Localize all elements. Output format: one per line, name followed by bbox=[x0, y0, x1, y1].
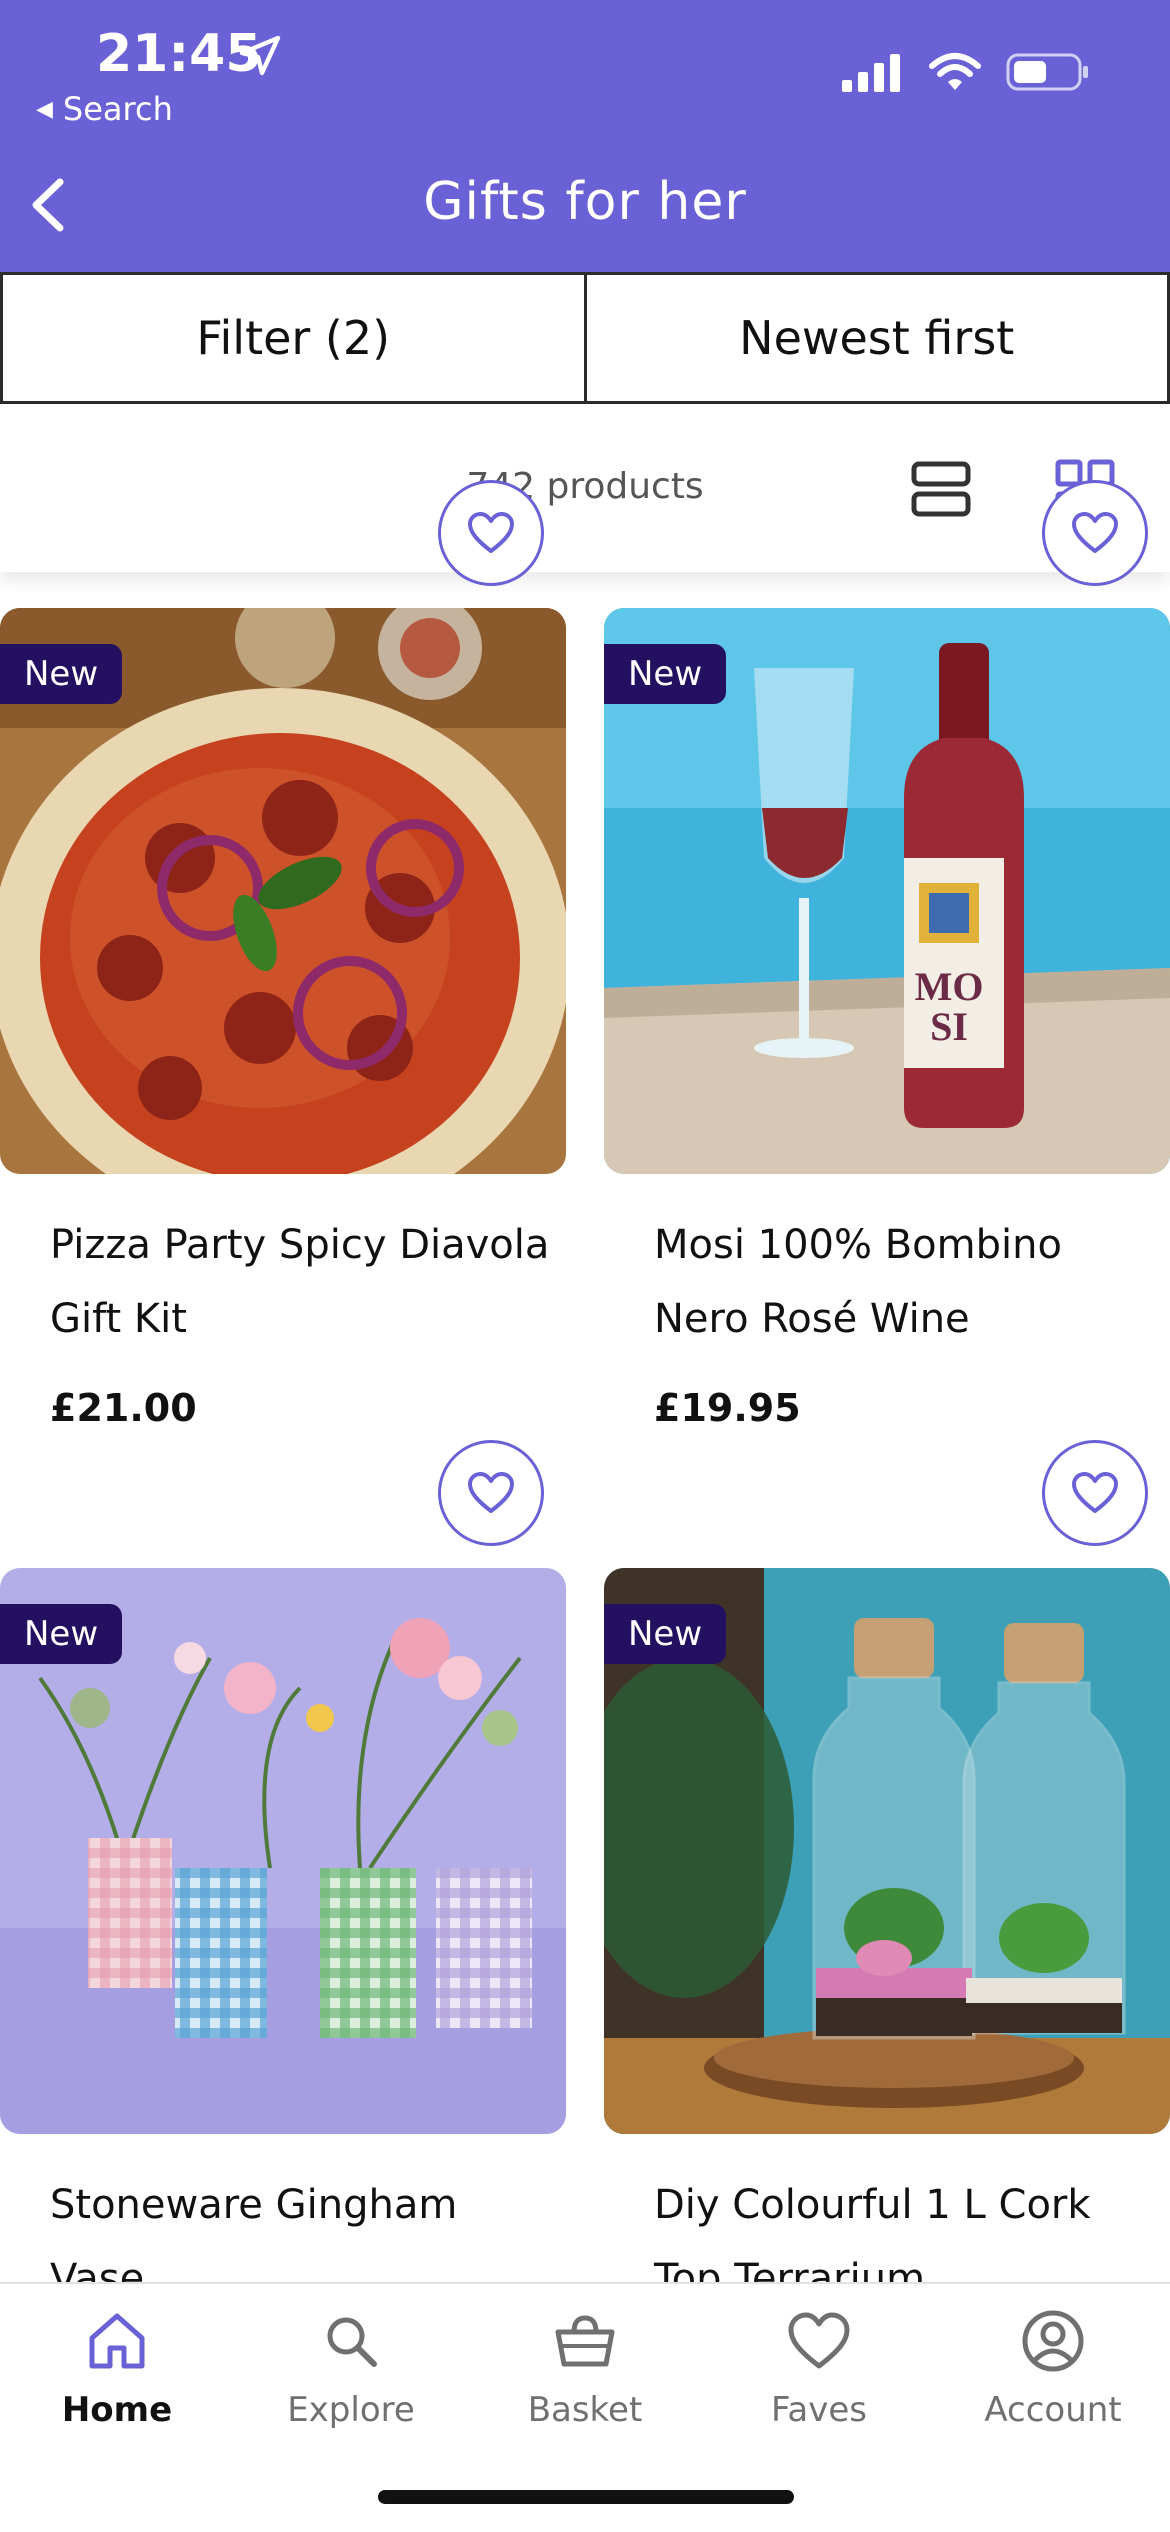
favourite-button[interactable] bbox=[1042, 480, 1148, 586]
basket-icon bbox=[555, 2315, 615, 2367]
signal-icon bbox=[842, 54, 900, 92]
tab-basket-label: Basket bbox=[527, 2390, 643, 2430]
back-triangle-icon: ◀ bbox=[36, 96, 53, 122]
battery-icon bbox=[1006, 53, 1088, 91]
top-header: 21:45 ◀ Search Gifts for her bbox=[0, 0, 1170, 272]
tab-basket[interactable]: Basket bbox=[468, 2284, 702, 2484]
filter-sort-bar: Filter (2) Newest first bbox=[0, 272, 1170, 404]
heart-icon bbox=[1072, 1472, 1118, 1513]
home-indicator bbox=[378, 2490, 794, 2504]
location-arrow-icon bbox=[239, 35, 281, 76]
wifi-icon bbox=[929, 53, 981, 90]
tab-account-label: Account bbox=[984, 2390, 1122, 2430]
heart-icon bbox=[788, 2312, 850, 2369]
sort-button[interactable]: Newest first bbox=[586, 272, 1170, 404]
svg-text:SI: SI bbox=[930, 1004, 968, 1049]
status-icons bbox=[842, 52, 1090, 92]
page-title: Gifts for her bbox=[423, 172, 747, 232]
tab-faves-label: Faves bbox=[770, 2390, 868, 2430]
back-search-label: Search bbox=[62, 90, 173, 128]
favourite-button[interactable] bbox=[1042, 1440, 1148, 1546]
tab-explore-label: Explore bbox=[287, 2390, 415, 2430]
product-name[interactable]: Mosi 100% Bombino Nero Rosé Wine bbox=[654, 1208, 1154, 1356]
product-count: 742 products bbox=[466, 466, 704, 507]
new-badge: New bbox=[604, 644, 727, 704]
tab-account[interactable]: Account bbox=[936, 2284, 1170, 2484]
product-name[interactable]: Pizza Party Spicy Diavola Gift Kit bbox=[50, 1208, 550, 1356]
heart-icon bbox=[468, 1472, 514, 1513]
search-icon bbox=[327, 2317, 377, 2367]
favourite-button[interactable] bbox=[438, 1440, 544, 1546]
tab-faves[interactable]: Faves bbox=[702, 2284, 936, 2484]
filter-button[interactable]: Filter (2) bbox=[0, 272, 587, 404]
favourite-button[interactable] bbox=[438, 480, 544, 586]
tab-home[interactable]: Home bbox=[0, 2284, 234, 2484]
new-badge: New bbox=[0, 644, 123, 704]
list-view-icon[interactable] bbox=[910, 458, 972, 520]
results-toolbar: 742 products bbox=[0, 404, 1170, 572]
heart-icon bbox=[1072, 512, 1118, 553]
new-badge: New bbox=[604, 1604, 727, 1664]
tab-home-label: Home bbox=[61, 2390, 173, 2430]
svg-text:MO: MO bbox=[915, 964, 984, 1009]
home-icon bbox=[89, 2313, 145, 2369]
account-icon bbox=[1022, 2310, 1084, 2372]
new-badge: New bbox=[0, 1604, 123, 1664]
heart-icon bbox=[468, 512, 514, 553]
product-price: £19.95 bbox=[654, 1386, 801, 1430]
back-to-search-link[interactable]: ◀ Search bbox=[36, 90, 173, 128]
tab-explore[interactable]: Explore bbox=[234, 2284, 468, 2484]
product-price: £21.00 bbox=[50, 1386, 197, 1430]
